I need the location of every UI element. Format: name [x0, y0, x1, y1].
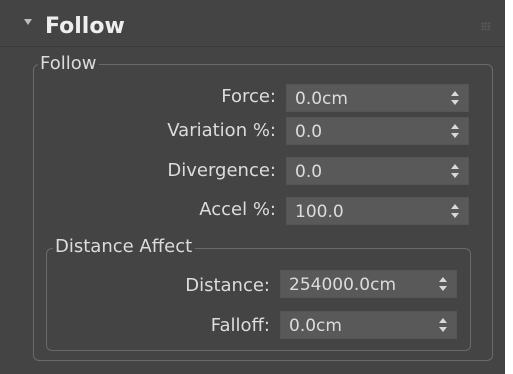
spinner-arrows-icon[interactable]: [439, 318, 448, 334]
follow-group-label: Follow: [38, 53, 100, 75]
variation-value[interactable]: 0.0: [295, 121, 322, 143]
divergence-value[interactable]: 0.0: [295, 161, 322, 183]
accel-value[interactable]: 100.0: [295, 201, 344, 223]
spin-up-icon[interactable]: [439, 318, 447, 323]
spin-down-icon[interactable]: [451, 100, 459, 105]
force-value[interactable]: 0.0cm: [295, 88, 348, 110]
spin-up-icon[interactable]: [451, 124, 459, 129]
spinner-arrows-icon[interactable]: [439, 277, 448, 293]
spin-down-icon[interactable]: [451, 173, 459, 178]
force-spinner[interactable]: 0.0cm: [286, 84, 469, 112]
spin-down-icon[interactable]: [451, 133, 459, 138]
distance-affect-group-label: Distance Affect: [53, 236, 196, 258]
spinner-arrows-icon[interactable]: [451, 124, 460, 140]
falloff-value[interactable]: 0.0cm: [289, 315, 342, 337]
accel-spinner[interactable]: 100.0: [286, 197, 469, 225]
spin-up-icon[interactable]: [451, 204, 459, 209]
spinner-arrows-icon[interactable]: [451, 204, 460, 220]
panel-right-edge: [505, 0, 513, 374]
spinner-arrows-icon[interactable]: [451, 91, 460, 107]
falloff-spinner[interactable]: 0.0cm: [280, 311, 457, 339]
spin-up-icon[interactable]: [451, 164, 459, 169]
distance-label: Distance:: [185, 275, 270, 296]
follow-rollout-panel: Follow Follow Force: 0.0cm Variation %: …: [0, 0, 513, 374]
spinner-arrows-icon[interactable]: [451, 164, 460, 180]
accel-label: Accel %:: [199, 199, 276, 220]
force-label: Force:: [221, 86, 276, 107]
spin-down-icon[interactable]: [439, 327, 447, 332]
falloff-label: Falloff:: [210, 315, 270, 336]
spin-up-icon[interactable]: [439, 277, 447, 282]
variation-label: Variation %:: [167, 120, 276, 141]
collapse-triangle-icon[interactable]: [24, 19, 32, 25]
drag-grip-icon[interactable]: [481, 22, 491, 30]
spin-down-icon[interactable]: [451, 213, 459, 218]
rollout-title: Follow: [45, 14, 125, 39]
distance-value[interactable]: 254000.0cm: [289, 274, 396, 296]
variation-spinner[interactable]: 0.0: [286, 117, 469, 145]
spin-up-icon[interactable]: [451, 91, 459, 96]
divergence-label: Divergence:: [167, 160, 276, 181]
rollout-header[interactable]: Follow: [0, 0, 505, 47]
distance-spinner[interactable]: 254000.0cm: [280, 270, 457, 298]
spin-down-icon[interactable]: [439, 286, 447, 291]
divergence-spinner[interactable]: 0.0: [286, 157, 469, 185]
